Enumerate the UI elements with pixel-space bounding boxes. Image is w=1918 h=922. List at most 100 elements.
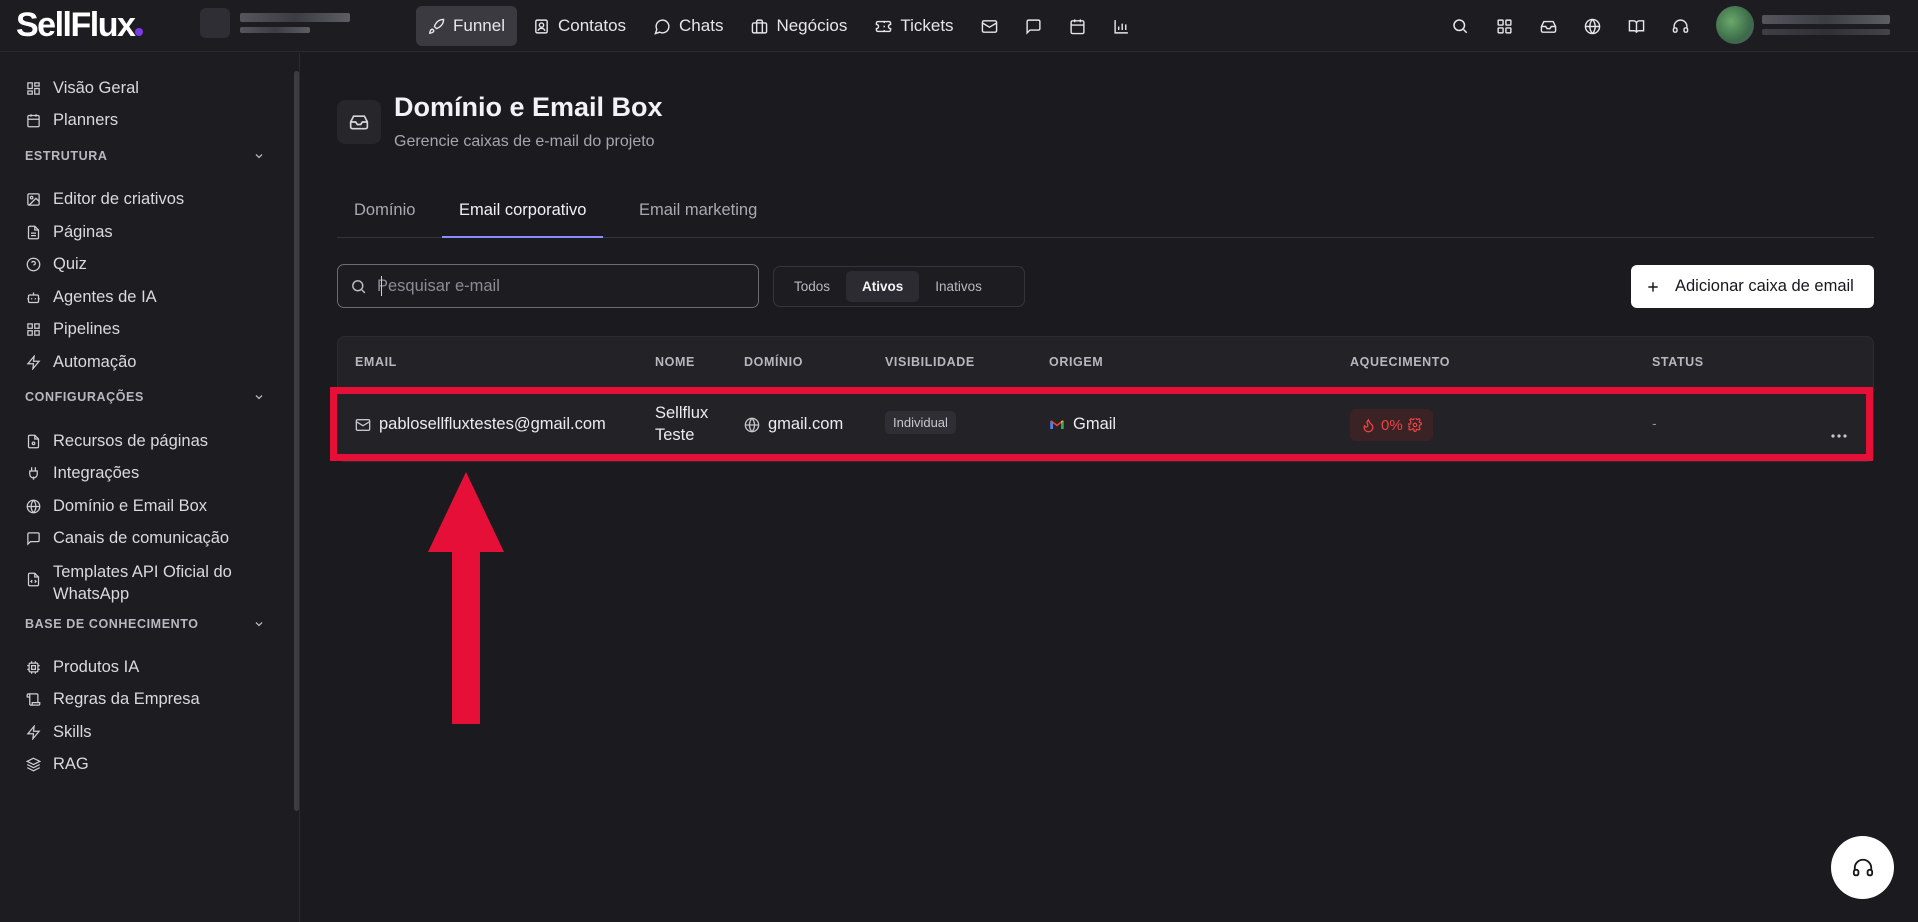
filter-inativos[interactable]: Inativos [919,271,998,302]
bar-chart-icon [1114,19,1128,34]
header-search[interactable] [1440,6,1480,46]
column-header-dominio[interactable]: DOMÍNIO [744,355,803,369]
sidebar-item-regras[interactable]: Regras da Empresa [26,690,200,709]
status-filter: Todos Ativos Inativos [773,266,1025,307]
up-arrow-annotation [428,472,504,724]
sidebar-section-estrutura[interactable]: ESTRUTURA [25,149,265,163]
sidebar-item-integracoes[interactable]: Integrações [26,464,139,483]
inbox-icon [1540,20,1556,33]
column-header-email[interactable]: EMAIL [355,355,397,369]
nav-funnel-label: Funnel [453,16,505,35]
nav-calendar[interactable] [1058,6,1098,46]
nav-messages[interactable] [1014,6,1054,46]
section-title: CONFIGURAÇÕES [25,390,144,404]
header-apps[interactable] [1484,6,1524,46]
sidebar-section-configuracoes[interactable]: CONFIGURAÇÕES [25,390,265,404]
nav-chats[interactable]: Chats [642,6,735,46]
add-email-box-button[interactable]: Adicionar caixa de email [1631,265,1874,308]
sidebar-scrollbar[interactable] [294,71,299,811]
sidebar-item-label: Automação [53,353,137,371]
main-content [301,53,1918,922]
contact-card-icon [535,18,548,34]
sidebar-item-skills[interactable]: Skills [26,723,92,742]
sidebar-item-automacao[interactable]: Automação [26,353,136,372]
sellflux-logo[interactable]: SellFlux [16,6,144,45]
message-square-icon [27,532,40,546]
sidebar-item-label: RAG [53,755,89,773]
sidebar-item-label: Páginas [53,223,113,241]
sidebar-item-label: Quiz [53,255,87,273]
column-header-status[interactable]: STATUS [1652,355,1704,369]
plug-icon [29,467,38,480]
nav-negocios[interactable]: Negócios [739,6,859,46]
dashboard-icon [27,82,40,95]
user-menu[interactable] [1716,6,1890,44]
user-avatar [1716,6,1754,44]
sidebar-item-agentes[interactable]: Agentes de IA [26,288,157,307]
filter-ativos[interactable]: Ativos [846,271,920,302]
sidebar-section-base[interactable]: BASE DE CONHECIMENTO [25,617,265,631]
column-header-nome[interactable]: NOME [655,355,695,369]
column-header-aquecimento[interactable]: AQUECIMENTO [1350,355,1450,369]
sidebar-item-templates-whatsapp[interactable]: Templates API Oficial do WhatsApp [26,561,232,605]
calendar-icon [1070,18,1085,34]
sidebar-item-editor[interactable]: Editor de criativos [26,190,184,209]
user-name-blurred [1762,15,1890,35]
message-square-icon [1026,18,1041,35]
tab-dominio[interactable]: Domínio [337,190,432,238]
chevron-down-icon [255,622,263,627]
sidebar-item-label: Integrações [53,464,140,482]
nav-chats-label: Chats [679,16,724,35]
file-text-icon [27,225,40,240]
chevron-down-icon [255,154,263,159]
robot-icon [27,292,40,304]
sidebar-item-rag[interactable]: RAG [26,755,89,774]
globe-icon [26,499,41,514]
templates-label-line1: Templates API Oficial do [53,563,232,581]
logo-dot [135,28,144,36]
highlight-box [330,387,1873,461]
sidebar-item-quiz[interactable]: Quiz [26,255,87,274]
nav-contatos[interactable]: Contatos [521,6,638,46]
search-box[interactable] [337,264,759,308]
sidebar-item-planners[interactable]: Planners [26,111,118,130]
column-header-origem[interactable]: ORIGEM [1049,355,1103,369]
sidebar-item-dominio-email[interactable]: Domínio e Email Box [26,497,207,516]
column-header-visibilidade[interactable]: VISIBILIDADE [885,355,975,369]
header-docs[interactable] [1616,6,1656,46]
header-inbox[interactable] [1528,6,1568,46]
sidebar-item-label: Canais de comunicação [53,529,230,547]
plus-icon [1648,281,1658,292]
sidebar-item-label: Produtos IA [53,658,140,676]
add-email-box-label: Adicionar caixa de email [1675,277,1854,295]
sidebar-item-label: Visão Geral [53,79,139,97]
scroll-icon [26,693,41,706]
sidebar-item-visao-geral[interactable]: Visão Geral [26,79,139,98]
sidebar-item-paginas[interactable]: Páginas [26,223,113,242]
book-open-icon [1628,19,1644,33]
sidebar-item-produtos[interactable]: Produtos IA [26,658,139,677]
tab-email-corporativo[interactable]: Email corporativo [442,190,604,238]
ticket-icon [876,20,892,32]
header-globe[interactable] [1572,6,1612,46]
sidebar-item-pipelines[interactable]: Pipelines [26,320,120,339]
calendar-icon [27,114,40,128]
chat-bubble-icon [654,18,670,35]
support-chat-button[interactable] [1831,836,1894,899]
tab-email-marketing[interactable]: Email marketing [622,190,774,238]
workspace-switcher[interactable] [200,8,350,38]
sidebar-item-label: Pipelines [53,320,120,338]
sidebar-item-label: Skills [53,723,92,741]
search-input[interactable] [377,276,747,296]
nav-funnel[interactable]: Funnel [416,6,517,46]
sidebar-item-canais[interactable]: Canais de comunicação [26,529,229,548]
nav-reports[interactable] [1102,6,1142,46]
nav-mail[interactable] [970,6,1010,46]
main-nav: Funnel Contatos Chats Negócios Tickets [416,6,1142,46]
sidebar: Visão Geral Planners ESTRUTURA Editor de… [0,53,300,922]
grid-icon [1496,18,1512,34]
nav-tickets[interactable]: Tickets [863,6,965,46]
sidebar-item-recursos[interactable]: Recursos de páginas [26,432,208,451]
filter-todos[interactable]: Todos [778,271,846,302]
header-support[interactable] [1660,6,1700,46]
